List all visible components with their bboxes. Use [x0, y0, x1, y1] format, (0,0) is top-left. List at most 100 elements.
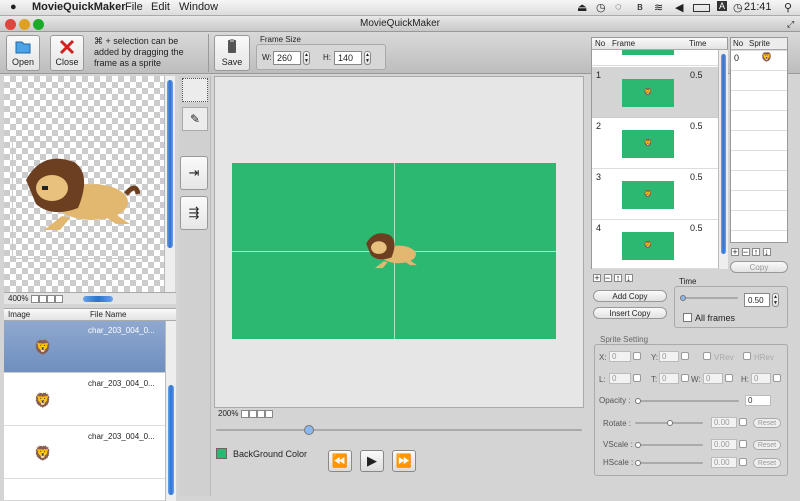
preview-vscroll[interactable] [164, 76, 175, 292]
menu-clock[interactable]: 21:41 [744, 1, 772, 13]
bg-color-swatch[interactable] [216, 448, 227, 459]
frame-row-partial[interactable] [592, 50, 718, 66]
fit-icon[interactable] [30, 294, 39, 303]
l-stepper[interactable] [633, 374, 641, 382]
add-sprite-icon[interactable]: + [731, 247, 739, 256]
y-stepper[interactable] [681, 352, 689, 360]
hscale-slider[interactable] [635, 460, 703, 466]
h-input[interactable]: 0 [751, 373, 771, 384]
move-sprite-up-icon[interactable]: ↑ [752, 247, 761, 256]
move-frame-down-icon[interactable]: ↓ [624, 273, 633, 282]
vrev-checkbox[interactable] [703, 352, 711, 360]
list-item[interactable]: 🦁 char_203_004_0... [4, 321, 165, 373]
frames-vscroll[interactable] [718, 50, 728, 269]
rotate-slider[interactable] [635, 420, 703, 426]
grid2-icon[interactable] [264, 409, 273, 418]
hscale-input[interactable]: 0.00 [711, 457, 737, 468]
frames-scroll-thumb[interactable] [721, 54, 726, 254]
fullscreen-icon[interactable]: ⤢ [787, 19, 794, 30]
play-button[interactable]: ▶ [360, 450, 384, 472]
col-no-header[interactable]: No [595, 39, 605, 49]
preview-zoom-select[interactable]: 400% [8, 294, 28, 303]
add-all-sprites-button[interactable]: ⇶ [180, 196, 208, 230]
menu-file[interactable]: File [125, 1, 143, 13]
menu-window[interactable]: Window [179, 1, 218, 13]
fit-icon[interactable] [240, 409, 249, 418]
open-button[interactable]: Open [6, 35, 40, 71]
app-menu[interactable]: MovieQuickMaker [32, 1, 126, 13]
grid-icon[interactable] [256, 409, 265, 418]
close-button[interactable]: Close [50, 35, 84, 71]
w-stepper[interactable] [725, 374, 733, 382]
zoom-window-button[interactable] [33, 19, 44, 30]
vscale-stepper[interactable] [739, 440, 747, 448]
vscale-knob[interactable] [635, 442, 641, 448]
hrev-checkbox[interactable] [743, 352, 751, 360]
eject-icon[interactable]: ⏏ [577, 1, 587, 14]
t-stepper[interactable] [681, 374, 689, 382]
hscale-knob[interactable] [635, 460, 641, 466]
zoom-out-icon[interactable] [38, 294, 47, 303]
col-sprite-no-header[interactable]: No [733, 39, 743, 49]
hscale-reset-button[interactable]: Reset [753, 458, 781, 468]
rotate-stepper[interactable] [739, 418, 747, 426]
x-input[interactable]: 0 [609, 351, 631, 362]
width-stepper[interactable]: ▲ ▼ [303, 51, 310, 65]
search-icon[interactable]: ⚲ [784, 1, 792, 14]
h-stepper[interactable] [773, 374, 781, 382]
opacity-knob[interactable] [635, 398, 641, 404]
time-stepper[interactable]: ▲ ▼ [772, 293, 779, 307]
preview-hscroll-thumb[interactable] [82, 295, 113, 302]
sprite-thumb-icon[interactable]: 🦁 [761, 52, 772, 63]
rotate-input[interactable]: 0.00 [711, 417, 737, 428]
hscale-stepper[interactable] [739, 458, 747, 466]
remove-sprite-icon[interactable]: − [741, 247, 750, 256]
opacity-slider[interactable] [635, 398, 739, 404]
move-sprite-down-icon[interactable]: ↓ [762, 247, 771, 256]
time-machine-icon[interactable]: ◷ [596, 1, 606, 14]
apple-icon[interactable]: ● [10, 1, 17, 13]
image-list-scroll-thumb[interactable] [168, 385, 174, 495]
close-window-button[interactable] [5, 19, 16, 30]
x-stepper[interactable] [633, 352, 641, 360]
vscale-slider[interactable] [635, 442, 703, 448]
volume-icon[interactable]: ◀ [675, 1, 683, 14]
remove-frame-icon[interactable]: − [603, 273, 612, 282]
copy-button[interactable]: Copy [730, 261, 788, 273]
image-list-vscroll[interactable] [165, 321, 176, 501]
frame-row[interactable]: 3 🦁 0.5 [592, 169, 718, 220]
vscale-input[interactable]: 0.00 [711, 439, 737, 450]
menu-edit[interactable]: Edit [151, 1, 170, 13]
col-frame-header[interactable]: Frame [612, 39, 635, 49]
w-input[interactable]: 0 [703, 373, 723, 384]
eyedropper-tool-icon[interactable]: ✎ [182, 107, 208, 131]
add-sprite-button[interactable]: ⇥ [180, 156, 208, 190]
rotate-reset-button[interactable]: Reset [753, 418, 781, 428]
minimize-window-button[interactable] [19, 19, 30, 30]
frame-row[interactable]: 2 🦁 0.5 [592, 118, 718, 169]
marquee-tool-icon[interactable] [182, 78, 208, 102]
rotate-knob[interactable] [667, 420, 673, 426]
grid2-icon[interactable] [54, 294, 63, 303]
time-slider-knob[interactable] [680, 295, 686, 301]
timeline-slider[interactable] [216, 425, 582, 435]
preview-vscroll-thumb[interactable] [167, 80, 173, 248]
col-filename-header[interactable]: File Name [90, 310, 126, 320]
rewind-button[interactable]: ⏪ [328, 450, 352, 472]
add-copy-button[interactable]: Add Copy [593, 290, 667, 302]
width-input[interactable]: 260 [273, 51, 301, 65]
col-time-header[interactable]: Time [689, 39, 706, 49]
add-frame-icon[interactable]: + [593, 273, 601, 282]
canvas-zoom-select[interactable]: 200% [218, 409, 238, 418]
vscale-reset-button[interactable]: Reset [753, 440, 781, 450]
height-input[interactable]: 140 [334, 51, 362, 65]
time-slider[interactable] [680, 295, 738, 301]
sync-icon[interactable]: ◌ [615, 1, 622, 13]
grid-icon[interactable] [46, 294, 55, 303]
all-frames-checkbox[interactable] [683, 313, 692, 322]
input-source[interactable]: A [717, 1, 728, 11]
move-frame-up-icon[interactable]: ↑ [614, 273, 623, 282]
timeline-knob[interactable] [304, 425, 314, 435]
save-button[interactable]: Save [214, 35, 250, 71]
battery-icon[interactable] [693, 4, 710, 12]
